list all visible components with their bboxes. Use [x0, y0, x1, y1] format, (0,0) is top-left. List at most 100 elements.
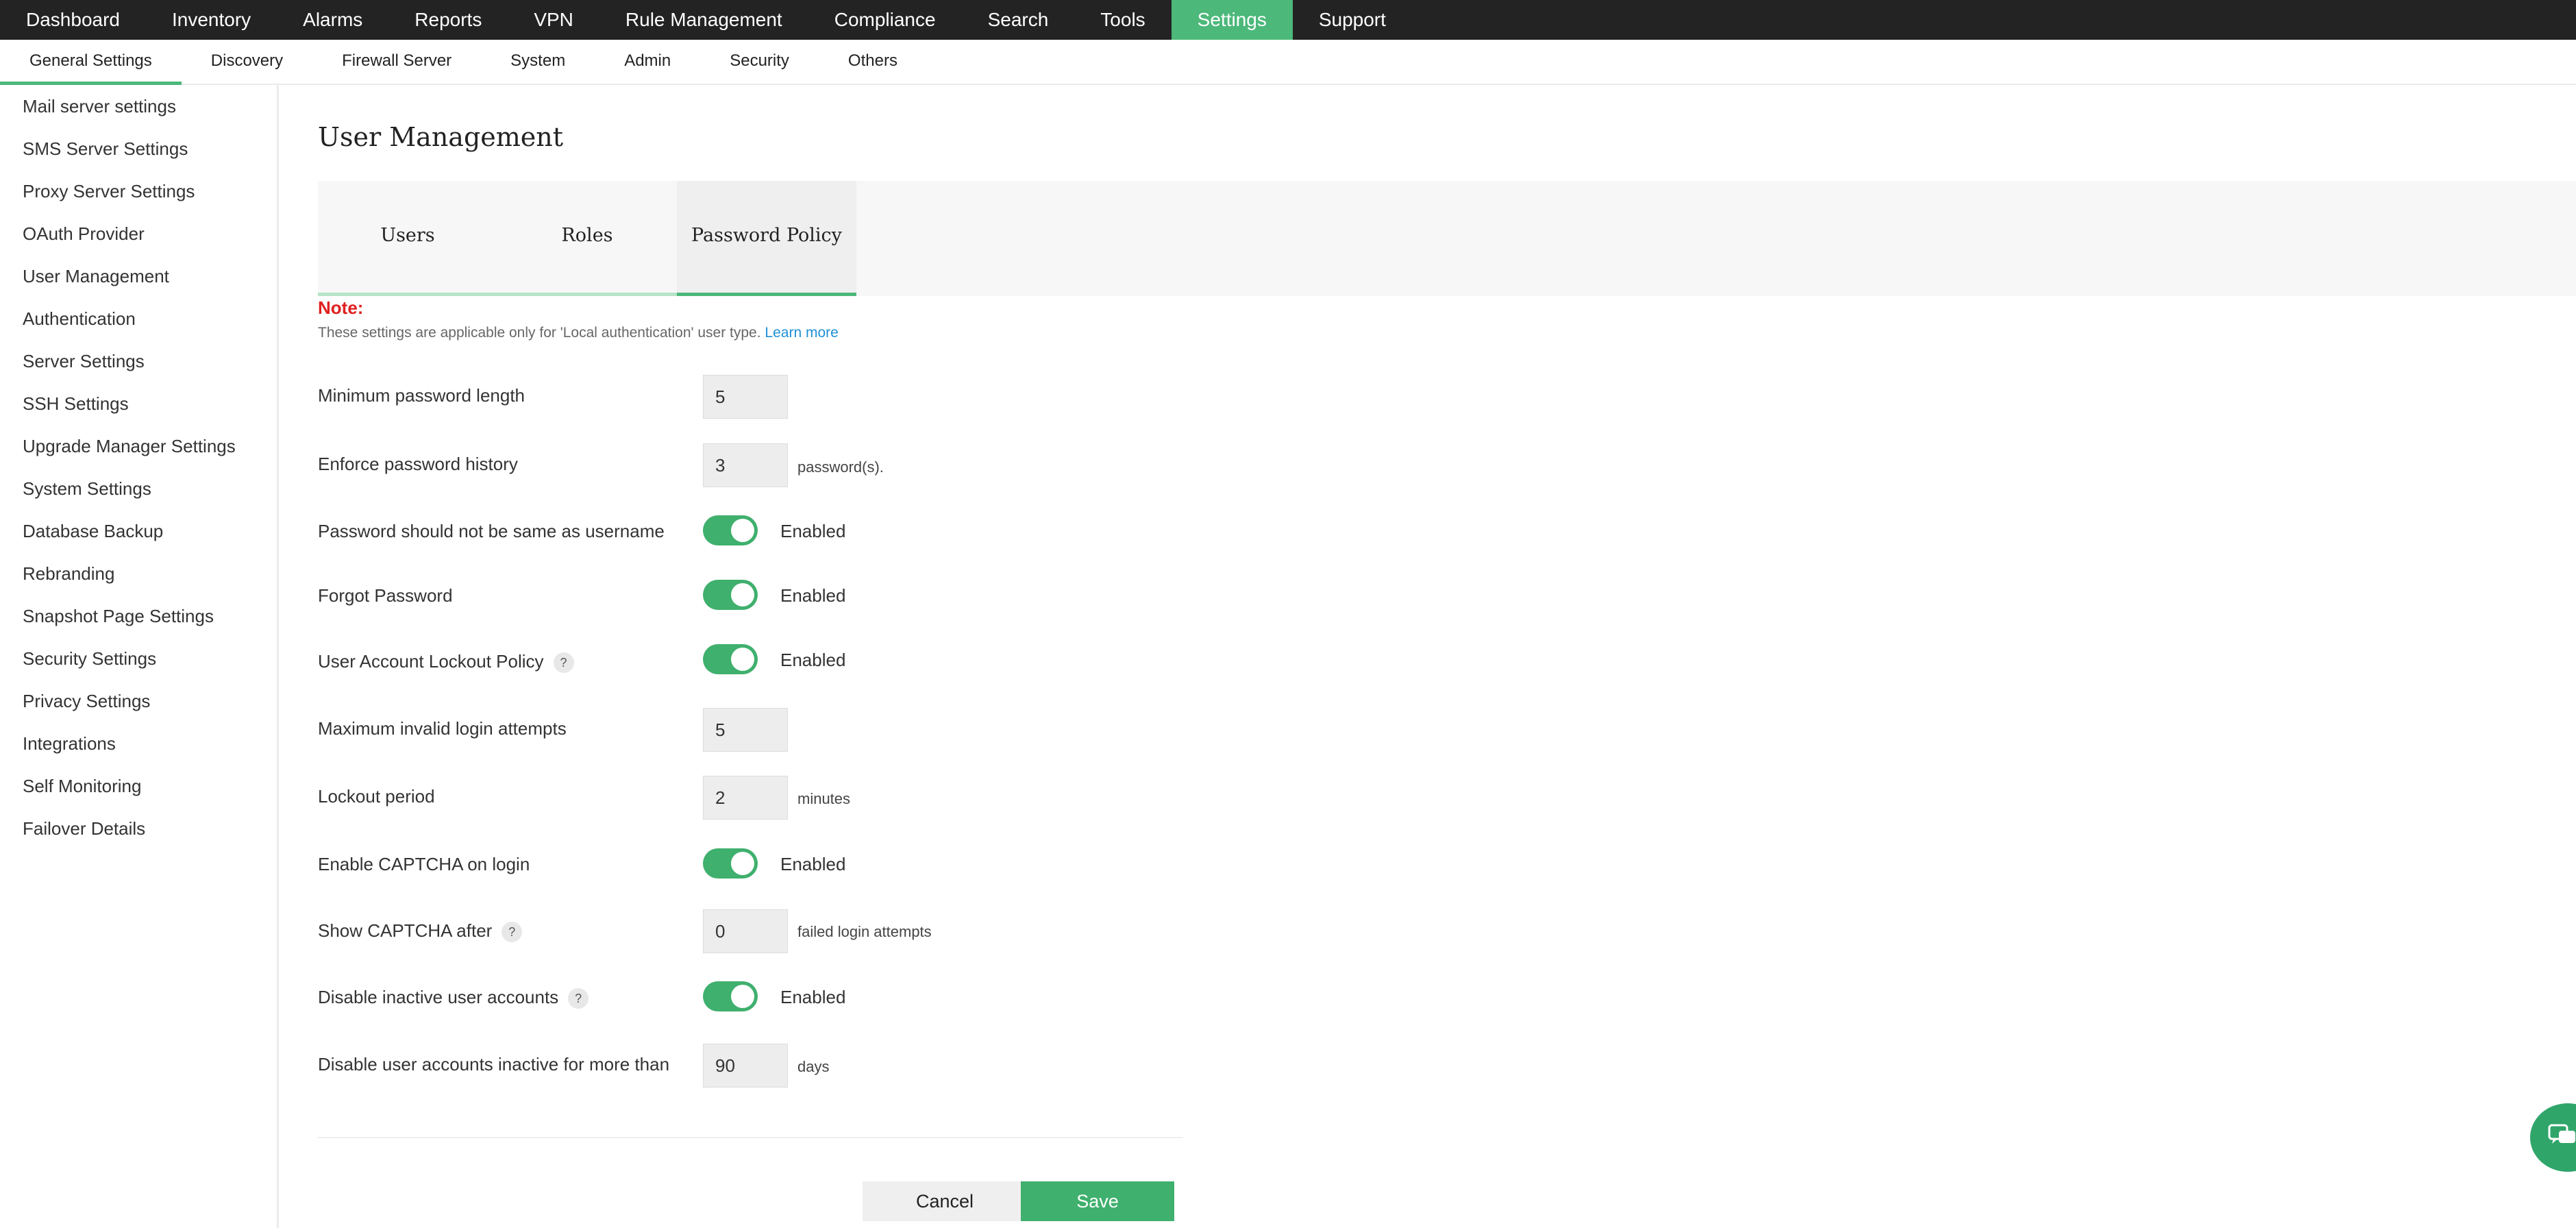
sidebar-item-database-backup[interactable]: Database Backup: [23, 521, 163, 542]
note-label: Note:: [318, 297, 364, 318]
tab-roles[interactable]: Roles: [497, 181, 677, 296]
tabs-bar: Users Roles Password Policy: [318, 181, 2576, 296]
page-title: User Management: [318, 122, 564, 152]
max-attempts-input[interactable]: 5: [703, 708, 788, 752]
subnav-others[interactable]: Others: [819, 40, 927, 85]
subnav-system[interactable]: System: [481, 40, 595, 85]
toggle-knob: [731, 519, 754, 542]
sidebar-item-proxy-server[interactable]: Proxy Server Settings: [23, 181, 195, 202]
toggle-knob: [731, 648, 754, 671]
sidebar-item-snapshot-page[interactable]: Snapshot Page Settings: [23, 606, 214, 627]
help-icon[interactable]: ?: [501, 922, 523, 943]
captcha-after-input[interactable]: 0: [703, 909, 788, 953]
tab-underline-active: [677, 293, 856, 296]
captcha-toggle[interactable]: [703, 848, 758, 879]
inactive-days-suffix: days: [797, 1058, 830, 1075]
save-button[interactable]: Save: [1021, 1181, 1174, 1221]
toggle-knob: [731, 852, 754, 875]
chat-icon: [2548, 1124, 2575, 1144]
nav-settings[interactable]: Settings: [1171, 0, 1293, 40]
nav-tools[interactable]: Tools: [1074, 0, 1171, 40]
min-length-input[interactable]: 5: [703, 375, 788, 419]
history-input[interactable]: 3: [703, 443, 788, 487]
history-label: Enforce password history: [318, 454, 518, 474]
toggle-knob: [731, 583, 754, 606]
not-same-username-label: Password should not be same as username: [318, 521, 665, 541]
subnav-security[interactable]: Security: [700, 40, 819, 85]
history-suffix: password(s).: [797, 458, 884, 476]
tab-underline: [318, 293, 497, 296]
toggle-knob: [731, 985, 754, 1008]
lockout-policy-label: User Account Lockout Policy?: [318, 651, 574, 674]
nav-support[interactable]: Support: [1293, 0, 1412, 40]
disable-inactive-text: Disable inactive user accounts: [318, 987, 559, 1007]
tab-users[interactable]: Users: [318, 181, 497, 296]
subnav-admin[interactable]: Admin: [595, 40, 700, 85]
sidebar-item-oauth-provider[interactable]: OAuth Provider: [23, 223, 145, 245]
learn-more-link[interactable]: Learn more: [765, 325, 838, 341]
sidebar: Mail server settings SMS Server Settings…: [0, 85, 279, 1228]
forgot-password-status: Enabled: [780, 585, 846, 606]
tab-password-policy[interactable]: Password Policy: [677, 181, 856, 296]
lockout-policy-toggle[interactable]: [703, 644, 758, 674]
form-divider: [318, 1137, 1182, 1138]
forgot-password-toggle[interactable]: [703, 580, 758, 610]
cancel-button[interactable]: Cancel: [863, 1181, 1027, 1221]
forgot-password-label: Forgot Password: [318, 585, 453, 606]
disable-inactive-label: Disable inactive user accounts?: [318, 987, 589, 1009]
nav-alarms[interactable]: Alarms: [277, 0, 388, 40]
not-same-username-toggle[interactable]: [703, 515, 758, 545]
help-icon[interactable]: ?: [553, 652, 574, 674]
sidebar-item-server-settings[interactable]: Server Settings: [23, 351, 145, 372]
captcha-after-label: Show CAPTCHA after?: [318, 920, 523, 943]
sidebar-item-mail-server[interactable]: Mail server settings: [23, 96, 176, 117]
nav-search[interactable]: Search: [962, 0, 1075, 40]
help-icon[interactable]: ?: [568, 988, 589, 1009]
note-text: These settings are applicable only for '…: [318, 325, 839, 341]
not-same-username-status: Enabled: [780, 521, 846, 541]
sidebar-item-sms-server[interactable]: SMS Server Settings: [23, 138, 188, 160]
nav-vpn[interactable]: VPN: [508, 0, 599, 40]
subnav-general-settings[interactable]: General Settings: [0, 40, 182, 85]
max-attempts-label: Maximum invalid login attempts: [318, 718, 567, 739]
captcha-after-text: Show CAPTCHA after: [318, 920, 493, 941]
sidebar-item-user-management[interactable]: User Management: [23, 266, 169, 287]
subnav-discovery[interactable]: Discovery: [182, 40, 312, 85]
captcha-label: Enable CAPTCHA on login: [318, 854, 530, 874]
lockout-period-suffix: minutes: [797, 790, 851, 807]
sidebar-item-rebranding[interactable]: Rebranding: [23, 563, 114, 585]
tab-underline: [497, 293, 677, 296]
tab-roles-label: Roles: [561, 225, 613, 246]
nav-compliance[interactable]: Compliance: [808, 0, 962, 40]
tab-password-policy-label: Password Policy: [691, 225, 842, 246]
lockout-period-input[interactable]: 2: [703, 776, 788, 820]
lockout-period-label: Lockout period: [318, 786, 435, 807]
sidebar-item-failover-details[interactable]: Failover Details: [23, 818, 145, 839]
disable-inactive-status: Enabled: [780, 987, 846, 1007]
captcha-status: Enabled: [780, 854, 846, 874]
nav-reports[interactable]: Reports: [388, 0, 508, 40]
main-content: User Management Users Roles Password Pol…: [279, 85, 2576, 1228]
sidebar-item-system-settings[interactable]: System Settings: [23, 478, 151, 500]
inactive-days-label: Disable user accounts inactive for more …: [318, 1054, 670, 1074]
sidebar-item-authentication[interactable]: Authentication: [23, 308, 136, 330]
lockout-policy-status: Enabled: [780, 650, 846, 670]
sidebar-item-upgrade-manager[interactable]: Upgrade Manager Settings: [23, 436, 236, 457]
nav-rule-management[interactable]: Rule Management: [599, 0, 808, 40]
sidebar-item-security-settings[interactable]: Security Settings: [23, 648, 156, 670]
sidebar-item-integrations[interactable]: Integrations: [23, 733, 116, 754]
lockout-policy-text: User Account Lockout Policy: [318, 651, 544, 672]
nav-dashboard[interactable]: Dashboard: [0, 0, 146, 40]
inactive-days-input[interactable]: 90: [703, 1044, 788, 1088]
subnav-firewall-server[interactable]: Firewall Server: [312, 40, 481, 85]
min-length-label: Minimum password length: [318, 385, 525, 406]
disable-inactive-toggle[interactable]: [703, 981, 758, 1011]
captcha-after-suffix: failed login attempts: [797, 923, 932, 940]
nav-inventory[interactable]: Inventory: [146, 0, 277, 40]
note-description: These settings are applicable only for '…: [318, 325, 761, 341]
sidebar-item-privacy-settings[interactable]: Privacy Settings: [23, 691, 150, 712]
sidebar-item-ssh-settings[interactable]: SSH Settings: [23, 393, 129, 415]
top-navigation: Dashboard Inventory Alarms Reports VPN R…: [0, 0, 2576, 40]
tab-users-label: Users: [380, 225, 435, 246]
sidebar-item-self-monitoring[interactable]: Self Monitoring: [23, 776, 141, 797]
